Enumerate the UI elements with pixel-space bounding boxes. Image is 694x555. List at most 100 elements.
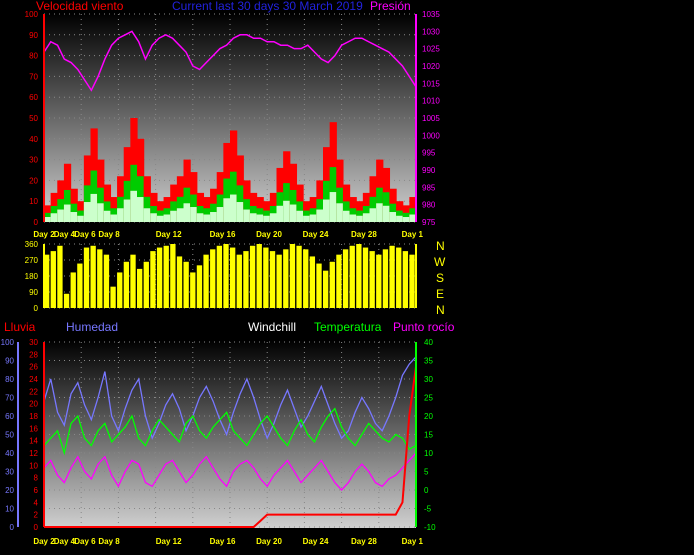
pressure-y-tick: 975 xyxy=(422,218,436,227)
direction-bar xyxy=(130,254,136,308)
direction-bar xyxy=(196,265,203,308)
direction-bar xyxy=(263,247,269,308)
wind-low-bar xyxy=(309,214,317,222)
wind-y-tick: 10 xyxy=(29,197,38,206)
direction-bar xyxy=(362,247,369,308)
dewpoint-title: Punto rocío xyxy=(393,320,455,334)
x-tick-label: Day 1 xyxy=(402,537,424,546)
pressure-y-tick: 985 xyxy=(422,183,436,192)
temp-y-tick: 0 xyxy=(424,486,429,495)
pressure-y-tick: 1010 xyxy=(422,97,440,106)
temperature-title: Temperatura xyxy=(314,320,382,334)
compass-w: W xyxy=(434,255,446,269)
wind-y-tick: 90 xyxy=(29,31,38,40)
direction-bar xyxy=(309,256,316,308)
rain-y-tick: 2 xyxy=(34,511,39,520)
wind-low-bar xyxy=(123,199,131,222)
direction-y-tick: 0 xyxy=(34,304,39,313)
direction-bar xyxy=(57,245,63,308)
wind-low-bar xyxy=(150,213,158,222)
humidity-y-tick: 40 xyxy=(5,449,14,458)
humidity-y-tick: 20 xyxy=(5,486,14,495)
wind-low-bar xyxy=(203,214,211,222)
rain-y-tick: 0 xyxy=(34,523,39,532)
pressure-y-tick: 1025 xyxy=(422,45,440,54)
wind-low-bar xyxy=(289,204,298,222)
direction-bar xyxy=(349,245,355,308)
wind-low-bar xyxy=(316,209,324,222)
wind-low-bar xyxy=(176,208,185,222)
rain-y-tick: 22 xyxy=(29,387,38,396)
temp-y-tick: 40 xyxy=(424,338,433,347)
direction-y-tick: 360 xyxy=(25,240,39,249)
humidity-y-tick: 50 xyxy=(5,431,14,440)
wind-low-bar xyxy=(117,208,125,222)
x-tick-label: Day 2 xyxy=(33,230,55,239)
humidity-y-tick: 10 xyxy=(5,505,14,514)
temp-y-tick: 35 xyxy=(424,357,433,366)
humidity-y-tick: 90 xyxy=(5,357,14,366)
x-tick-label: Day 28 xyxy=(351,537,377,546)
rain-y-tick: 4 xyxy=(34,498,39,507)
wind-low-bar xyxy=(196,213,205,222)
x-tick-label: Day 1 xyxy=(402,230,424,239)
wind-y-tick: 0 xyxy=(34,218,39,227)
wind-low-bar xyxy=(143,208,151,222)
direction-bar xyxy=(137,268,143,308)
pressure-y-tick: 995 xyxy=(422,149,436,158)
direction-y-tick: 270 xyxy=(25,256,39,265)
wind-low-bar xyxy=(263,215,271,222)
wind-low-bar xyxy=(130,190,138,222)
direction-bar xyxy=(170,244,176,308)
wind-low-bar xyxy=(210,212,218,222)
wind-low-bar xyxy=(336,203,344,222)
direction-bar xyxy=(382,249,389,308)
compass-s: S xyxy=(436,271,444,285)
pressure-y-tick: 1030 xyxy=(422,27,440,36)
compass-e: E xyxy=(436,287,444,301)
x-tick-label: Day 28 xyxy=(351,230,377,239)
wind-low-bar xyxy=(283,200,291,222)
x-tick-label: Day 16 xyxy=(210,230,236,239)
x-tick-label: Day 12 xyxy=(156,537,182,546)
wind-y-tick: 100 xyxy=(25,10,39,19)
temp-y-tick: -5 xyxy=(424,505,432,514)
direction-bar xyxy=(249,245,256,308)
wind-low-bar xyxy=(349,214,357,222)
wind-low-bar xyxy=(90,193,98,222)
direction-bar xyxy=(150,251,156,308)
weather-dashboard: Velocidad viento Current last 30 days 30… xyxy=(1,0,455,546)
direction-bar xyxy=(289,244,296,308)
wind-low-bar xyxy=(63,204,72,222)
direction-bar xyxy=(110,286,116,308)
pressure-y-tick: 1000 xyxy=(422,131,440,140)
wind-y-tick: 60 xyxy=(29,93,38,102)
wind-low-bar xyxy=(44,217,52,222)
temp-y-tick: 20 xyxy=(424,412,433,421)
humidity-y-tick: 0 xyxy=(10,523,15,532)
humidity-y-tick: 100 xyxy=(1,338,15,347)
x-tick-label: Day 6 xyxy=(74,230,96,239)
windchill-title: Windchill xyxy=(248,320,296,334)
wind-low-bar xyxy=(323,199,331,222)
humidity-y-tick: 30 xyxy=(5,468,14,477)
rain-y-tick: 6 xyxy=(34,486,39,495)
rain-y-tick: 12 xyxy=(29,449,38,458)
rain-y-tick: 20 xyxy=(29,400,38,409)
rain-y-tick: 24 xyxy=(29,375,38,384)
direction-bar xyxy=(176,256,183,308)
direction-bar xyxy=(236,254,242,308)
direction-bar xyxy=(77,263,83,308)
x-tick-label: Day 8 xyxy=(98,230,120,239)
direction-bar xyxy=(369,251,375,308)
wind-low-bar xyxy=(230,194,238,222)
direction-bar xyxy=(163,245,169,308)
temp-y-tick: -10 xyxy=(424,523,436,532)
wind-y-tick: 30 xyxy=(29,156,38,165)
rain-y-tick: 28 xyxy=(29,350,38,359)
wind-low-bar xyxy=(170,210,178,222)
wind-y-tick: 50 xyxy=(29,114,38,123)
wind-y-tick: 80 xyxy=(29,52,38,61)
wind-low-bar xyxy=(303,215,311,222)
x-tick-label: Day 24 xyxy=(303,537,329,546)
